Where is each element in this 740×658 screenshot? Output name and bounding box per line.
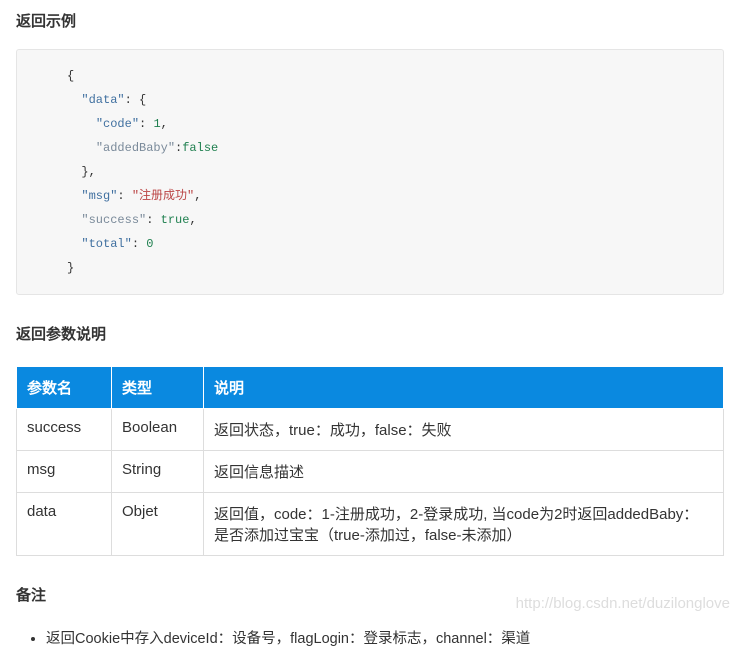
code-key: "total" xyxy=(81,237,131,251)
table-header-name: 参数名 xyxy=(17,367,112,409)
remark-list-item: 返回Cookie中存入deviceId：设备号，flagLogin：登录标志，c… xyxy=(46,627,724,648)
table-header-row: 参数名 类型 说明 xyxy=(17,367,724,409)
code-punc: , xyxy=(189,213,196,227)
table-cell-name: msg xyxy=(17,451,112,493)
table-cell-name: success xyxy=(17,409,112,451)
code-key: "data" xyxy=(81,93,124,107)
code-bool: false xyxy=(182,141,218,155)
code-line: } xyxy=(67,261,74,275)
code-punc: : xyxy=(117,189,131,203)
section-title-return-params: 返回参数说明 xyxy=(16,323,724,344)
code-punc: , xyxy=(161,117,168,131)
code-num: 1 xyxy=(153,117,160,131)
table-row: data Objet 返回值，code：1-注册成功，2-登录成功, 当code… xyxy=(17,493,724,556)
code-punc: : xyxy=(146,213,160,227)
table-cell-type: Boolean xyxy=(112,409,204,451)
code-key: "success" xyxy=(81,213,146,227)
code-num: 0 xyxy=(146,237,153,251)
code-line: }, xyxy=(81,165,95,179)
table-header-desc: 说明 xyxy=(204,367,724,409)
table-row: success Boolean 返回状态，true：成功，false：失败 xyxy=(17,409,724,451)
code-punc: : xyxy=(139,117,153,131)
table-cell-type: String xyxy=(112,451,204,493)
table-cell-type: Objet xyxy=(112,493,204,556)
code-punc: : { xyxy=(125,93,147,107)
code-bool: true xyxy=(161,213,190,227)
code-line: { xyxy=(67,69,74,83)
table-cell-name: data xyxy=(17,493,112,556)
code-str: "注册成功" xyxy=(132,189,194,203)
table-row: msg String 返回信息描述 xyxy=(17,451,724,493)
table-cell-desc: 返回值，code：1-注册成功，2-登录成功, 当code为2时返回addedB… xyxy=(204,493,724,556)
remark-list: 返回Cookie中存入deviceId：设备号，flagLogin：登录标志，c… xyxy=(16,627,724,648)
param-table: 参数名 类型 说明 success Boolean 返回状态，true：成功，f… xyxy=(16,366,724,556)
code-key: "code" xyxy=(96,117,139,131)
table-header-type: 类型 xyxy=(112,367,204,409)
table-cell-desc: 返回信息描述 xyxy=(204,451,724,493)
code-key: "addedBaby" xyxy=(96,141,175,155)
code-key: "msg" xyxy=(81,189,117,203)
code-punc: : xyxy=(132,237,146,251)
table-cell-desc: 返回状态，true：成功，false：失败 xyxy=(204,409,724,451)
code-block-return-example: { "data": { "code": 1, "addedBaby": false… xyxy=(16,49,724,295)
section-title-return-example: 返回示例 xyxy=(16,10,724,31)
code-punc: , xyxy=(194,189,201,203)
section-title-remark: 备注 xyxy=(16,584,724,605)
